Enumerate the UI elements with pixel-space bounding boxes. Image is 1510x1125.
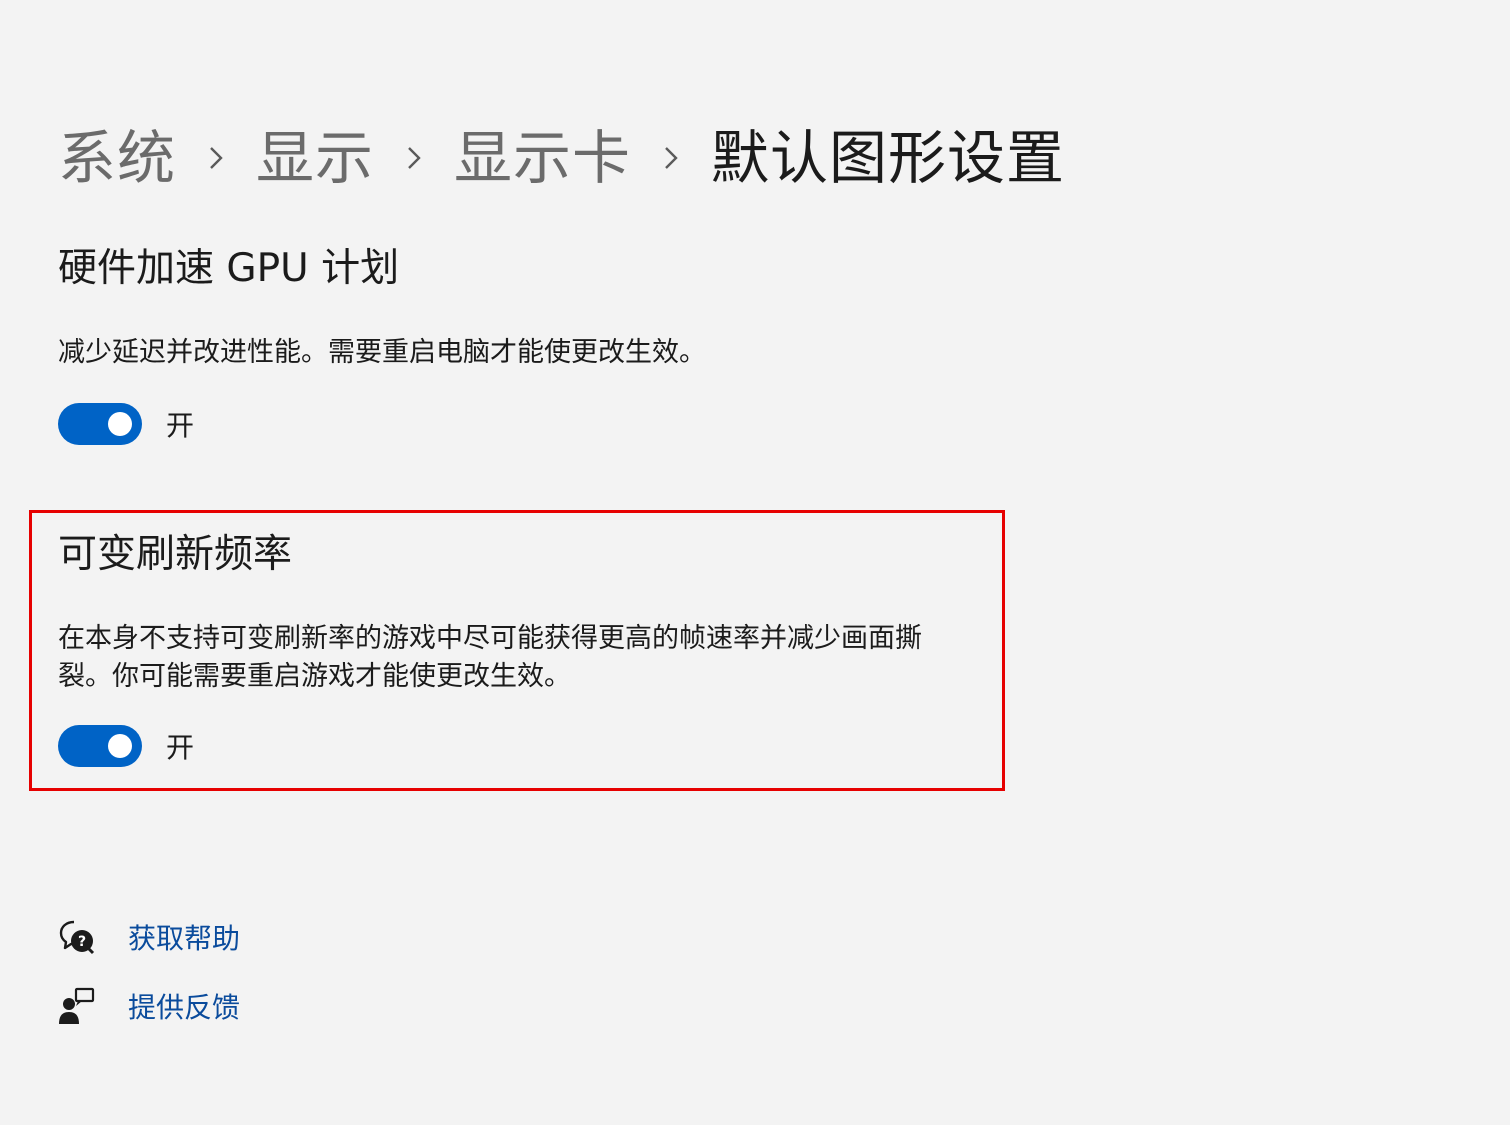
variable-refresh-description-line2: 裂。你可能需要重启游戏才能使更改生效。 [58, 661, 571, 692]
hardware-gpu-description: 减少延迟并改进性能。需要重启电脑才能使更改生效。 [58, 337, 706, 368]
toggle-knob [108, 412, 132, 436]
breadcrumb-item-graphics-card[interactable]: 显示卡 [454, 118, 631, 198]
variable-refresh-title: 可变刷新频率 [58, 532, 293, 577]
variable-refresh-description: 在本身不支持可变刷新率的游戏中尽可能获得更高的帧速率并减少画面撕 裂。你可能需要… [58, 620, 922, 696]
help-chat-icon: ? [58, 918, 96, 956]
hardware-gpu-section: 硬件加速 GPU 计划 减少延迟并改进性能。需要重启电脑才能使更改生效。 开 [58, 244, 706, 448]
variable-refresh-toggle[interactable] [58, 725, 142, 767]
variable-refresh-toggle-row: 开 [58, 722, 922, 770]
hardware-gpu-toggle-label: 开 [166, 409, 195, 442]
toggle-knob [108, 734, 132, 758]
breadcrumb-item-system[interactable]: 系统 [58, 118, 176, 198]
breadcrumb: 系统 显示 显示卡 默认图形设置 [58, 118, 1065, 198]
chevron-right-icon [645, 145, 697, 171]
chevron-right-icon [388, 145, 440, 171]
get-help-text[interactable]: 获取帮助 [128, 917, 240, 957]
get-help-link[interactable]: ? 获取帮助 [58, 914, 240, 960]
svg-text:?: ? [78, 934, 86, 950]
variable-refresh-description-line1: 在本身不支持可变刷新率的游戏中尽可能获得更高的帧速率并减少画面撕 [58, 623, 922, 654]
give-feedback-text[interactable]: 提供反馈 [128, 986, 240, 1026]
hardware-gpu-title: 硬件加速 GPU 计划 [58, 246, 400, 291]
hardware-gpu-toggle-row: 开 [58, 400, 706, 448]
chevron-right-icon [190, 145, 242, 171]
variable-refresh-section: 可变刷新频率 在本身不支持可变刷新率的游戏中尽可能获得更高的帧速率并减少画面撕 … [58, 530, 922, 770]
hardware-gpu-toggle[interactable] [58, 403, 142, 445]
variable-refresh-toggle-label: 开 [166, 731, 195, 764]
give-feedback-link[interactable]: 提供反馈 [58, 983, 240, 1029]
feedback-icon [58, 987, 96, 1025]
breadcrumb-item-display[interactable]: 显示 [256, 118, 374, 198]
page-title: 默认图形设置 [711, 124, 1066, 192]
